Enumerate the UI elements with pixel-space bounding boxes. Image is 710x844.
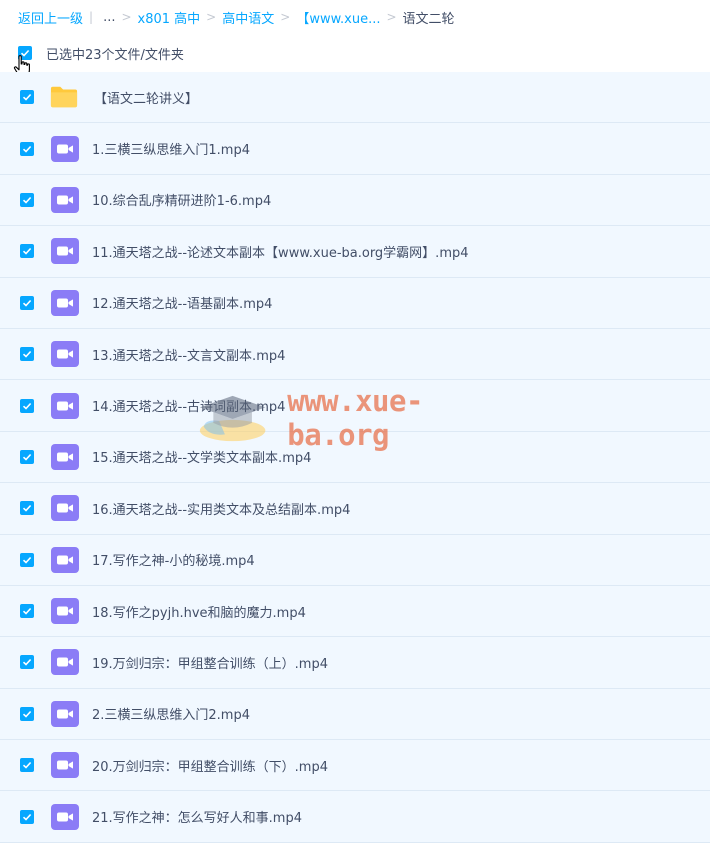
file-name[interactable]: 17.写作之神-小的秘境.mp4	[92, 550, 255, 569]
video-file-icon	[51, 238, 79, 265]
folder-name[interactable]: 【语文二轮讲义】	[94, 88, 198, 107]
check-icon	[22, 453, 32, 461]
video-file-icon	[51, 495, 79, 522]
check-icon	[22, 299, 32, 307]
breadcrumb-ellipsis[interactable]: ...	[103, 10, 115, 25]
check-icon	[22, 762, 32, 769]
check-icon	[22, 402, 32, 410]
check-icon	[22, 505, 32, 512]
breadcrumb-separator: |	[89, 10, 94, 24]
file-name[interactable]: 18.写作之pyjh.hve和脑的魔力.mp4	[92, 602, 306, 621]
video-file-icon	[51, 752, 79, 779]
video-file-icon	[51, 700, 79, 727]
row-checkbox[interactable]	[20, 809, 34, 824]
video-file-icon	[51, 392, 79, 419]
breadcrumb: 返回上一级 | ... > x801 高中 > 高中语文 > 【www.xue.…	[18, 8, 455, 27]
check-icon	[22, 556, 32, 564]
file-row[interactable]: 13.通天塔之战--文言文副本.mp4	[0, 328, 710, 381]
breadcrumb-chevron-icon: >	[121, 10, 132, 24]
file-row[interactable]: 10.综合乱序精研进阶1-6.mp4	[0, 174, 710, 227]
check-icon	[22, 196, 32, 204]
check-icon	[22, 351, 32, 358]
check-icon	[22, 659, 32, 667]
video-file-icon	[51, 186, 79, 213]
file-row[interactable]: 15.通天塔之战--文学类文本副本.mp4	[0, 431, 710, 484]
row-checkbox[interactable]	[20, 706, 34, 721]
file-name[interactable]: 14.通天塔之战--古诗词副本.mp4	[92, 396, 285, 415]
folder-icon	[50, 86, 78, 108]
breadcrumb-chevron-icon: >	[386, 10, 397, 24]
file-row[interactable]: 20.万剑归宗：甲组整合训练（下）.mp4	[0, 740, 710, 792]
file-name[interactable]: 1.三横三纵思维入门1.mp4	[92, 139, 250, 158]
row-checkbox[interactable]	[20, 501, 34, 516]
row-checkbox[interactable]	[20, 192, 34, 207]
file-row[interactable]: 19.万剑归宗：甲组整合训练（上）.mp4	[0, 637, 710, 689]
file-name[interactable]: 19.万剑归宗：甲组整合训练（上）.mp4	[92, 653, 328, 672]
folder-row[interactable]: 【语文二轮讲义】	[0, 72, 710, 124]
breadcrumb-current: 语文二轮	[402, 11, 455, 27]
row-checkbox[interactable]	[20, 141, 34, 156]
file-name[interactable]: 16.通天塔之战--实用类文本及总结副本.mp4	[92, 499, 350, 518]
file-row[interactable]: 21.写作之神：怎么写好人和事.mp4	[0, 791, 710, 843]
row-checkbox[interactable]	[20, 90, 34, 105]
video-file-icon	[51, 443, 79, 470]
check-icon	[22, 608, 32, 615]
video-file-icon	[51, 649, 79, 676]
file-name[interactable]: 11.通天塔之战--论述文本副本【www.xue-ba.org学霸网】.mp4	[92, 242, 469, 261]
video-file-icon	[51, 289, 79, 316]
file-row[interactable]: 1.三横三纵思维入门1.mp4	[0, 123, 710, 175]
file-row[interactable]: 18.写作之pyjh.hve和脑的魔力.mp4	[0, 585, 710, 638]
selection-bar: 已选中23个文件/文件夹	[18, 43, 184, 63]
breadcrumb-item-chinese[interactable]: 高中语文	[222, 8, 274, 27]
row-checkbox[interactable]	[20, 552, 34, 567]
file-name[interactable]: 12.通天塔之战--语基副本.mp4	[92, 293, 272, 312]
row-checkbox[interactable]	[20, 449, 34, 464]
file-row[interactable]: 2.三横三纵思维入门2.mp4	[0, 688, 710, 741]
row-checkbox[interactable]	[20, 655, 34, 670]
file-list: 【语文二轮讲义】 1.三横三纵思维入门1.mp4 10.综合乱序精研进阶1-6.mp…	[0, 72, 710, 843]
breadcrumb-item-x801[interactable]: x801 高中	[138, 8, 201, 27]
breadcrumb-chevron-icon: >	[280, 10, 291, 24]
video-file-icon	[51, 341, 79, 368]
breadcrumb-item-xueba[interactable]: 【www.xue...	[296, 8, 380, 27]
row-checkbox[interactable]	[20, 295, 34, 310]
file-name[interactable]: 10.综合乱序精研进阶1-6.mp4	[92, 190, 271, 209]
check-icon	[22, 248, 32, 255]
row-checkbox[interactable]	[20, 604, 34, 619]
file-row[interactable]: 11.通天塔之战--论述文本副本【www.xue-ba.org学霸网】.mp4	[0, 226, 710, 278]
file-name[interactable]: 21.写作之神：怎么写好人和事.mp4	[92, 807, 302, 826]
file-name[interactable]: 13.通天塔之战--文言文副本.mp4	[92, 345, 285, 364]
file-row[interactable]: 14.通天塔之战--古诗词副本.mp4	[0, 380, 710, 432]
video-file-icon	[51, 135, 79, 162]
file-row[interactable]: 16.通天塔之战--实用类文本及总结副本.mp4	[0, 483, 710, 535]
video-file-icon	[51, 803, 79, 830]
file-name[interactable]: 2.三横三纵思维入门2.mp4	[92, 704, 250, 723]
selection-count-text: 已选中23个文件/文件夹	[46, 47, 184, 63]
video-file-icon	[51, 546, 79, 573]
check-icon	[22, 145, 32, 153]
row-checkbox[interactable]	[20, 758, 34, 773]
breadcrumb-chevron-icon: >	[206, 10, 217, 24]
video-file-icon	[51, 598, 79, 625]
check-icon	[22, 813, 32, 821]
breadcrumb-back-link[interactable]: 返回上一级	[18, 8, 83, 27]
row-checkbox[interactable]	[20, 347, 34, 362]
file-row[interactable]: 12.通天塔之战--语基副本.mp4	[0, 277, 710, 329]
file-name[interactable]: 15.通天塔之战--文学类文本副本.mp4	[92, 447, 311, 466]
check-icon	[22, 710, 32, 718]
check-icon	[22, 94, 32, 101]
row-checkbox[interactable]	[20, 244, 34, 259]
row-checkbox[interactable]	[20, 398, 34, 413]
file-name[interactable]: 20.万剑归宗：甲组整合训练（下）.mp4	[92, 756, 328, 775]
file-row[interactable]: 17.写作之神-小的秘境.mp4	[0, 534, 710, 586]
